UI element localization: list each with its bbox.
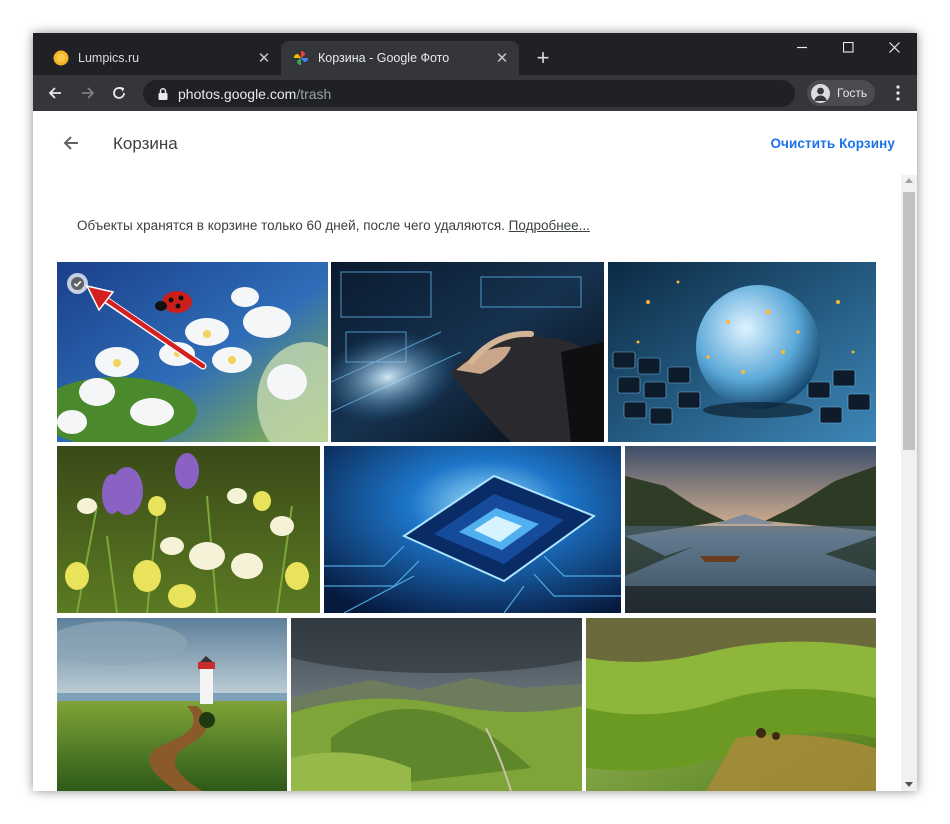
browser-toolbar: photos.google.com/trash Гость <box>33 75 917 111</box>
photo-crocuses[interactable] <box>57 446 320 613</box>
globe-keyboard-photo-image <box>608 262 876 442</box>
tab-lumpics[interactable]: Lumpics.ru ✕ <box>41 41 281 75</box>
crocuses-photo-image <box>57 446 320 613</box>
scroll-up-arrow-icon[interactable] <box>905 178 913 183</box>
google-photos-pinwheel-favicon <box>294 51 308 65</box>
info-message: Объекты хранятся в корзине только 60 дне… <box>77 218 505 233</box>
close-tab-icon[interactable]: ✕ <box>253 47 275 69</box>
microchip-photo-image <box>324 446 621 613</box>
photo-green-valley[interactable] <box>291 618 582 791</box>
browser-window: Lumpics.ru ✕ Корзина - Google Фото ✕ + p… <box>33 33 917 791</box>
rolling-hills-photo-image <box>586 618 876 791</box>
lighthouse-photo-image <box>57 618 287 791</box>
close-window-icon[interactable] <box>871 33 917 61</box>
selected-check-icon[interactable] <box>67 273 88 294</box>
learn-more-link[interactable]: Подробнее... <box>509 218 590 233</box>
url-path: /trash <box>296 85 332 102</box>
lock-icon <box>158 87 168 100</box>
scroll-thumb[interactable] <box>903 192 915 450</box>
empty-trash-button[interactable]: Очистить Корзину <box>770 136 895 151</box>
orange-circle-favicon <box>53 50 69 66</box>
plus-icon[interactable]: + <box>531 45 555 70</box>
url-text: photos.google.com/trash <box>178 86 331 102</box>
close-tab-icon[interactable]: ✕ <box>491 47 513 69</box>
green-valley-photo-image <box>291 618 582 791</box>
maximize-icon[interactable] <box>825 33 871 61</box>
photo-lighthouse[interactable] <box>57 618 287 791</box>
photo-ladybug[interactable] <box>57 262 328 442</box>
photo-rolling-hills[interactable] <box>586 618 876 791</box>
scroll-down-arrow-icon[interactable] <box>905 782 913 787</box>
back-arrow-icon[interactable] <box>59 131 83 155</box>
back-icon[interactable] <box>43 81 67 105</box>
photo-microchip[interactable] <box>324 446 621 613</box>
trash-info-text: Объекты хранятся в корзине только 60 дне… <box>77 218 590 233</box>
hand-keyboard-photo-image <box>331 262 604 442</box>
page-title: Корзина <box>113 134 178 153</box>
minimize-icon[interactable] <box>779 33 825 61</box>
tab-title: Lumpics.ru <box>78 51 140 65</box>
vertical-scrollbar[interactable] <box>901 175 917 791</box>
photo-globe-keyboard[interactable] <box>608 262 876 442</box>
app-header: Корзина Очистить Корзину <box>33 111 917 175</box>
photo-hand-keyboard[interactable] <box>331 262 604 442</box>
tab-google-photos-trash[interactable]: Корзина - Google Фото ✕ <box>281 41 519 75</box>
kebab-menu-icon[interactable] <box>886 81 910 105</box>
tab-title: Корзина - Google Фото <box>318 51 450 65</box>
address-bar[interactable]: photos.google.com/trash <box>143 80 795 107</box>
page-content: Корзина Очистить Корзину Объекты хранятс… <box>33 111 917 791</box>
lake-boat-photo-image <box>625 446 876 613</box>
guest-label: Гость <box>837 86 868 100</box>
ladybug-photo-image <box>57 262 328 442</box>
reload-icon[interactable] <box>107 81 131 105</box>
forward-icon[interactable] <box>76 81 100 105</box>
url-host: photos.google.com <box>178 85 297 102</box>
guest-profile-button[interactable]: Гость <box>807 80 875 106</box>
tab-strip: Lumpics.ru ✕ Корзина - Google Фото ✕ + <box>33 33 917 75</box>
photo-lake-boat[interactable] <box>625 446 876 613</box>
avatar-icon <box>811 83 830 103</box>
